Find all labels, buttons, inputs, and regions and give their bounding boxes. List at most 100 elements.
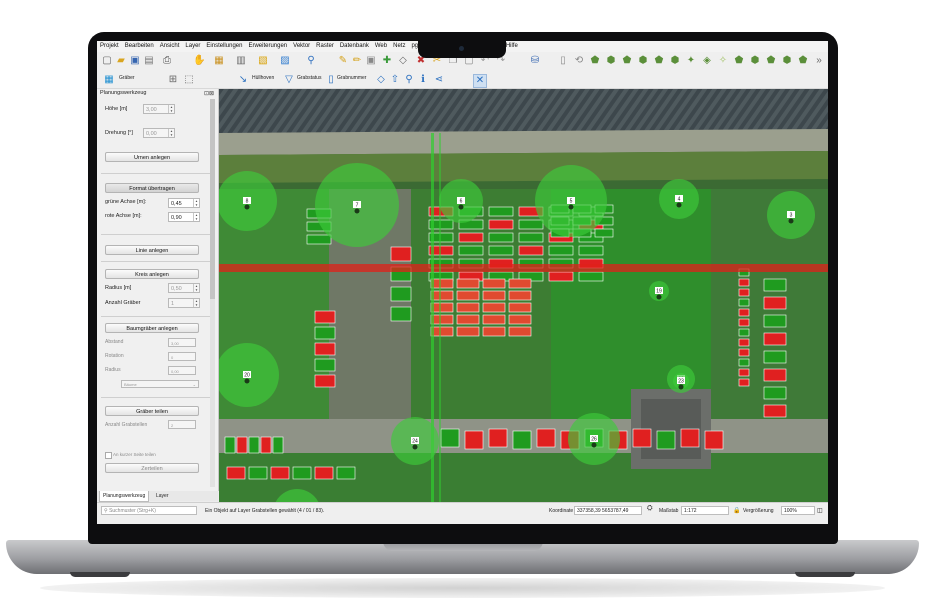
grave-plot[interactable] [248,436,260,454]
grave-plot[interactable] [738,298,750,307]
grabnummer-icon[interactable]: ▯ [325,74,337,86]
grave-plot[interactable] [292,466,312,480]
urnen-anlegen-button[interactable]: Urnen anlegen [105,152,199,162]
spin-arrows-icon[interactable]: ▲ ▼ [168,105,174,113]
menu-projekt[interactable]: Projekt [100,43,119,49]
baumgraeber-anlegen-button[interactable]: Baumgräber anlegen [105,323,199,333]
save-edits-icon[interactable]: ▣ [365,55,377,67]
tree-buffer[interactable]: 26 [568,413,620,465]
toolbar-more-icon[interactable]: » [813,55,825,67]
planned-grave[interactable] [430,314,454,325]
grave-plot[interactable] [518,219,544,230]
filter-icon[interactable]: ▽ [283,74,295,86]
info-tool-icon[interactable]: ℹ [417,74,429,86]
vergroesserung-field[interactable]: 100% [781,506,815,515]
crossed-tools-icon[interactable]: ✕ [473,74,487,88]
share-tool-icon[interactable]: ⋖ [433,74,445,86]
planned-grave[interactable] [482,302,506,313]
grave-plot[interactable] [488,245,514,256]
graeber-teilen-button[interactable]: Gräber teilen [105,406,199,416]
grave-plot[interactable] [738,348,750,357]
grave-plot[interactable] [270,466,290,480]
planned-grave[interactable] [456,326,480,337]
grave-plot[interactable] [314,326,336,340]
tree-buffer[interactable]: 7 [315,163,399,247]
fill-ring-icon[interactable]: ⬟ [733,55,745,67]
grave-plot[interactable] [226,466,246,480]
menu-ansicht[interactable]: Ansicht [160,43,180,49]
format-uebertragen-button[interactable]: Format übertragen [105,183,199,193]
database-icon[interactable]: ⛁ [529,55,541,67]
spin-arrows-icon[interactable]: ▲ ▼ [193,213,199,221]
grave-plot[interactable] [488,219,514,230]
zerteilen-button[interactable]: Zerteilen [105,463,199,473]
menu-bearbeiten[interactable]: Bearbeiten [125,43,154,49]
merge-feature-icon[interactable]: ⬢ [637,55,649,67]
move-label-icon[interactable]: ⟲ [573,55,585,67]
search-input[interactable]: ⚲ Suchmuster (Strg+K) [101,506,197,515]
grave-plot[interactable] [738,368,750,377]
digitize-polygon-icon[interactable]: ⬟ [589,55,601,67]
grave-plot[interactable] [306,234,332,245]
hoehe-spinbox[interactable]: 3,00 ▲ ▼ [143,104,175,114]
planned-grave[interactable] [430,290,454,301]
vertex-tool-icon[interactable]: ◇ [397,55,409,67]
drehung-spinbox[interactable]: 0,00 ▲ ▼ [143,128,175,138]
menu-datenbank[interactable]: Datenbank [340,43,369,49]
huellhoven-icon[interactable]: ↘ [237,74,249,86]
koordinate-field[interactable]: 337358,39 5653787,49 [574,506,642,515]
grave-plot[interactable] [314,310,336,324]
split-feature-icon[interactable]: ⬟ [621,55,633,67]
grave-plot[interactable] [314,358,336,372]
delete-part-icon[interactable]: ⬟ [765,55,777,67]
map-svg[interactable]: 8765431920222324264050 [219,89,828,502]
grave-plot[interactable] [488,206,514,217]
menu-netz[interactable]: Netz [393,43,405,49]
grave-plot[interactable] [763,404,787,418]
new-project-icon[interactable]: ▢ [101,55,113,67]
menu-hilfe[interactable]: Hilfe [506,43,518,49]
grave-plot[interactable] [488,232,514,243]
add-part-icon[interactable]: ✧ [717,55,729,67]
planned-grave[interactable] [508,302,532,313]
kreis-anlegen-button[interactable]: Kreis anlegen [105,269,199,279]
grave-plot[interactable] [738,378,750,387]
grave-plot[interactable] [578,245,604,256]
anzahl-grabstellen-spinbox[interactable]: 2 [168,420,196,429]
menu-raster[interactable]: Raster [316,43,334,49]
grave-plot[interactable] [548,271,574,282]
grave-plot[interactable] [260,436,272,454]
grave-plot[interactable] [738,338,750,347]
grave-plot[interactable] [314,374,336,388]
grave-plot[interactable] [656,430,676,450]
reshape-icon[interactable]: ⬢ [605,55,617,67]
planned-grave[interactable] [482,278,506,289]
new-layer-icon[interactable]: ▦ [213,55,225,67]
shape-tool-icon[interactable]: ◇ [375,74,387,86]
panel-scrollbar[interactable] [210,99,215,487]
pan-hand-icon[interactable]: ✋ [193,55,205,67]
planned-grave[interactable] [508,278,532,289]
grave-plot[interactable] [763,386,787,400]
tree-buffer[interactable]: 6 [439,179,483,223]
planned-grave[interactable] [456,314,480,325]
tree-buffer[interactable]: 24 [391,417,439,465]
tree-buffer[interactable]: 5 [535,165,607,237]
cube-tool-icon[interactable]: ⬚ [183,74,195,86]
offset-curve-icon[interactable]: ⬢ [669,55,681,67]
reshape-features-icon[interactable]: ⬢ [781,55,793,67]
print-layout-icon[interactable]: ▤ [143,55,155,67]
tree-buffer[interactable]: 19 [649,281,669,301]
baeume-select[interactable]: Bäume ⌄ [121,380,199,388]
grave-plot[interactable] [390,246,412,262]
spin-arrows-icon[interactable]: ▲ ▼ [193,284,199,292]
grave-plot[interactable] [763,278,787,292]
planned-grave[interactable] [482,314,506,325]
grave-plot[interactable] [763,368,787,382]
offset-tool-icon[interactable]: ⬟ [797,55,809,67]
planned-grave[interactable] [430,278,454,289]
print-icon[interactable]: ⎙ [161,55,173,67]
gruene-achse-spinbox[interactable]: 0,45 ▲ ▼ [168,198,200,208]
delete-ring-icon[interactable]: ⬢ [749,55,761,67]
grabnummer-label[interactable]: Grabnummer [337,75,366,81]
